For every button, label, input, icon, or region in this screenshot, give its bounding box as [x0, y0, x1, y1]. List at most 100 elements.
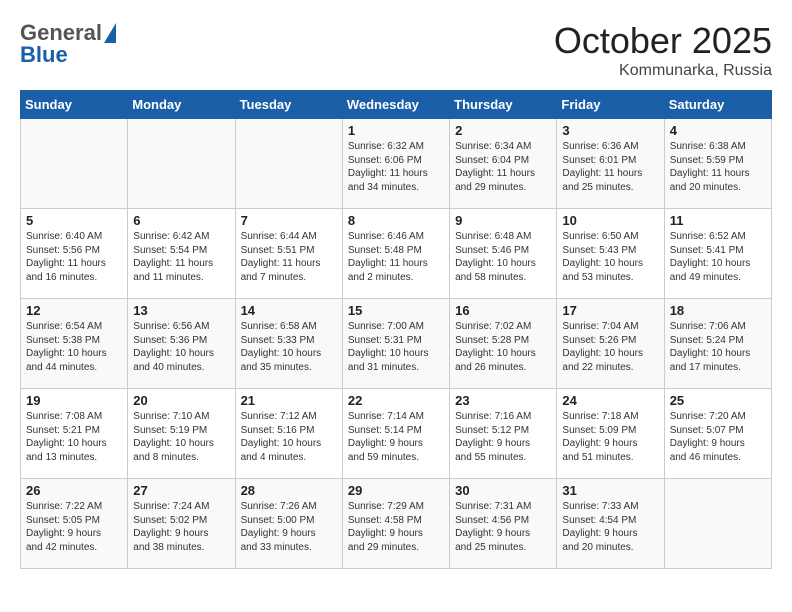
- day-number: 29: [348, 483, 444, 498]
- day-number: 27: [133, 483, 229, 498]
- day-number: 24: [562, 393, 658, 408]
- day-content: Sunrise: 7:14 AM Sunset: 5:14 PM Dayligh…: [348, 410, 444, 464]
- calendar-week-row: 26Sunrise: 7:22 AM Sunset: 5:05 PM Dayli…: [21, 479, 772, 569]
- day-number: 11: [670, 213, 766, 228]
- day-content: Sunrise: 7:33 AM Sunset: 4:54 PM Dayligh…: [562, 500, 658, 554]
- day-content: Sunrise: 6:52 AM Sunset: 5:41 PM Dayligh…: [670, 230, 766, 284]
- weekday-header-cell: Wednesday: [342, 91, 449, 119]
- weekday-header-cell: Saturday: [664, 91, 771, 119]
- calendar-cell: [235, 119, 342, 209]
- calendar-cell: 27 Sunrise: 7:24 AM Sunset: 5:02 PM Dayli…: [128, 479, 235, 569]
- day-number: 1: [348, 123, 444, 138]
- weekday-header-cell: Tuesday: [235, 91, 342, 119]
- weekday-header-cell: Friday: [557, 91, 664, 119]
- calendar-cell: 13Sunrise: 6:56 AM Sunset: 5:36 PM Dayli…: [128, 299, 235, 389]
- calendar-cell: [128, 119, 235, 209]
- calendar-cell: 20Sunrise: 7:10 AM Sunset: 5:19 PM Dayli…: [128, 389, 235, 479]
- weekday-header-cell: Monday: [128, 91, 235, 119]
- calendar-cell: 25 Sunrise: 7:20 AM Sunset: 5:07 PM Dayli…: [664, 389, 771, 479]
- calendar-cell: 7 Sunrise: 6:44 AM Sunset: 5:51 PM Daylig…: [235, 209, 342, 299]
- calendar-week-row: 5Sunrise: 6:40 AM Sunset: 5:56 PM Daylig…: [21, 209, 772, 299]
- calendar-cell: 8Sunrise: 6:46 AM Sunset: 5:48 PM Daylig…: [342, 209, 449, 299]
- day-content: Sunrise: 7:26 AM Sunset: 5:00 PM Dayligh…: [241, 500, 337, 554]
- day-content: Sunrise: 6:54 AM Sunset: 5:38 PM Dayligh…: [26, 320, 122, 374]
- calendar-cell: 23Sunrise: 7:16 AM Sunset: 5:12 PM Dayli…: [450, 389, 557, 479]
- day-content: Sunrise: 6:44 AM Sunset: 5:51 PM Dayligh…: [241, 230, 337, 284]
- day-number: 28: [241, 483, 337, 498]
- calendar-cell: 12 Sunrise: 6:54 AM Sunset: 5:38 PM Dayli…: [21, 299, 128, 389]
- day-content: Sunrise: 6:34 AM Sunset: 6:04 PM Dayligh…: [455, 140, 551, 194]
- calendar-cell: 2Sunrise: 6:34 AM Sunset: 6:04 PM Daylig…: [450, 119, 557, 209]
- calendar-cell: [664, 479, 771, 569]
- day-content: Sunrise: 6:42 AM Sunset: 5:54 PM Dayligh…: [133, 230, 229, 284]
- day-number: 19: [26, 393, 122, 408]
- day-number: 20: [133, 393, 229, 408]
- calendar-cell: 10Sunrise: 6:50 AM Sunset: 5:43 PM Dayli…: [557, 209, 664, 299]
- calendar-body: 1 Sunrise: 6:32 AM Sunset: 6:06 PM Daylig…: [21, 119, 772, 569]
- calendar-cell: 6 Sunrise: 6:42 AM Sunset: 5:54 PM Daylig…: [128, 209, 235, 299]
- day-content: Sunrise: 7:24 AM Sunset: 5:02 PM Dayligh…: [133, 500, 229, 554]
- day-number: 16: [455, 303, 551, 318]
- calendar-cell: 16 Sunrise: 7:02 AM Sunset: 5:28 PM Dayli…: [450, 299, 557, 389]
- calendar-cell: 15Sunrise: 7:00 AM Sunset: 5:31 PM Dayli…: [342, 299, 449, 389]
- calendar-cell: 4Sunrise: 6:38 AM Sunset: 5:59 PM Daylig…: [664, 119, 771, 209]
- day-content: Sunrise: 7:18 AM Sunset: 5:09 PM Dayligh…: [562, 410, 658, 464]
- weekday-header-cell: Sunday: [21, 91, 128, 119]
- calendar-cell: 18 Sunrise: 7:06 AM Sunset: 5:24 PM Dayli…: [664, 299, 771, 389]
- day-content: Sunrise: 6:48 AM Sunset: 5:46 PM Dayligh…: [455, 230, 551, 284]
- day-number: 12: [26, 303, 122, 318]
- calendar-week-row: 19Sunrise: 7:08 AM Sunset: 5:21 PM Dayli…: [21, 389, 772, 479]
- calendar-cell: 31 Sunrise: 7:33 AM Sunset: 4:54 PM Dayli…: [557, 479, 664, 569]
- day-number: 8: [348, 213, 444, 228]
- day-content: Sunrise: 6:38 AM Sunset: 5:59 PM Dayligh…: [670, 140, 766, 194]
- day-number: 25: [670, 393, 766, 408]
- day-content: Sunrise: 7:16 AM Sunset: 5:12 PM Dayligh…: [455, 410, 551, 464]
- day-number: 21: [241, 393, 337, 408]
- day-content: Sunrise: 7:02 AM Sunset: 5:28 PM Dayligh…: [455, 320, 551, 374]
- calendar-cell: 21 Sunrise: 7:12 AM Sunset: 5:16 PM Dayli…: [235, 389, 342, 479]
- day-content: Sunrise: 6:32 AM Sunset: 6:06 PM Dayligh…: [348, 140, 444, 194]
- calendar-cell: 24 Sunrise: 7:18 AM Sunset: 5:09 PM Dayli…: [557, 389, 664, 479]
- weekday-header-row: SundayMondayTuesdayWednesdayThursdayFrid…: [21, 91, 772, 119]
- calendar-cell: 17 Sunrise: 7:04 AM Sunset: 5:26 PM Dayli…: [557, 299, 664, 389]
- calendar-cell: 3 Sunrise: 6:36 AM Sunset: 6:01 PM Daylig…: [557, 119, 664, 209]
- day-number: 31: [562, 483, 658, 498]
- day-number: 26: [26, 483, 122, 498]
- day-number: 6: [133, 213, 229, 228]
- calendar-cell: 9 Sunrise: 6:48 AM Sunset: 5:46 PM Daylig…: [450, 209, 557, 299]
- day-content: Sunrise: 6:40 AM Sunset: 5:56 PM Dayligh…: [26, 230, 122, 284]
- calendar-cell: 14Sunrise: 6:58 AM Sunset: 5:33 PM Dayli…: [235, 299, 342, 389]
- day-content: Sunrise: 6:56 AM Sunset: 5:36 PM Dayligh…: [133, 320, 229, 374]
- calendar-cell: 26Sunrise: 7:22 AM Sunset: 5:05 PM Dayli…: [21, 479, 128, 569]
- calendar-cell: 29 Sunrise: 7:29 AM Sunset: 4:58 PM Dayli…: [342, 479, 449, 569]
- day-content: Sunrise: 7:31 AM Sunset: 4:56 PM Dayligh…: [455, 500, 551, 554]
- calendar-cell: 1 Sunrise: 6:32 AM Sunset: 6:06 PM Daylig…: [342, 119, 449, 209]
- day-content: Sunrise: 7:06 AM Sunset: 5:24 PM Dayligh…: [670, 320, 766, 374]
- calendar-cell: 30 Sunrise: 7:31 AM Sunset: 4:56 PM Dayli…: [450, 479, 557, 569]
- calendar-week-row: 12 Sunrise: 6:54 AM Sunset: 5:38 PM Dayli…: [21, 299, 772, 389]
- day-content: Sunrise: 7:20 AM Sunset: 5:07 PM Dayligh…: [670, 410, 766, 464]
- logo-blue: Blue: [20, 42, 68, 68]
- calendar-cell: 5Sunrise: 6:40 AM Sunset: 5:56 PM Daylig…: [21, 209, 128, 299]
- calendar-cell: 11 Sunrise: 6:52 AM Sunset: 5:41 PM Dayli…: [664, 209, 771, 299]
- calendar-cell: 19Sunrise: 7:08 AM Sunset: 5:21 PM Dayli…: [21, 389, 128, 479]
- logo-triangle-icon: [104, 23, 116, 43]
- location: Kommunarka, Russia: [554, 62, 772, 80]
- day-number: 22: [348, 393, 444, 408]
- day-content: Sunrise: 7:04 AM Sunset: 5:26 PM Dayligh…: [562, 320, 658, 374]
- page-header: General Blue October 2025 Kommunarka, Ru…: [20, 20, 772, 80]
- day-content: Sunrise: 7:12 AM Sunset: 5:16 PM Dayligh…: [241, 410, 337, 464]
- day-content: Sunrise: 7:29 AM Sunset: 4:58 PM Dayligh…: [348, 500, 444, 554]
- day-number: 7: [241, 213, 337, 228]
- calendar-table: SundayMondayTuesdayWednesdayThursdayFrid…: [20, 90, 772, 569]
- day-content: Sunrise: 6:58 AM Sunset: 5:33 PM Dayligh…: [241, 320, 337, 374]
- day-number: 30: [455, 483, 551, 498]
- day-number: 18: [670, 303, 766, 318]
- day-content: Sunrise: 7:00 AM Sunset: 5:31 PM Dayligh…: [348, 320, 444, 374]
- calendar-cell: 22 Sunrise: 7:14 AM Sunset: 5:14 PM Dayli…: [342, 389, 449, 479]
- calendar-week-row: 1 Sunrise: 6:32 AM Sunset: 6:06 PM Daylig…: [21, 119, 772, 209]
- day-number: 3: [562, 123, 658, 138]
- day-number: 9: [455, 213, 551, 228]
- day-number: 17: [562, 303, 658, 318]
- day-content: Sunrise: 6:36 AM Sunset: 6:01 PM Dayligh…: [562, 140, 658, 194]
